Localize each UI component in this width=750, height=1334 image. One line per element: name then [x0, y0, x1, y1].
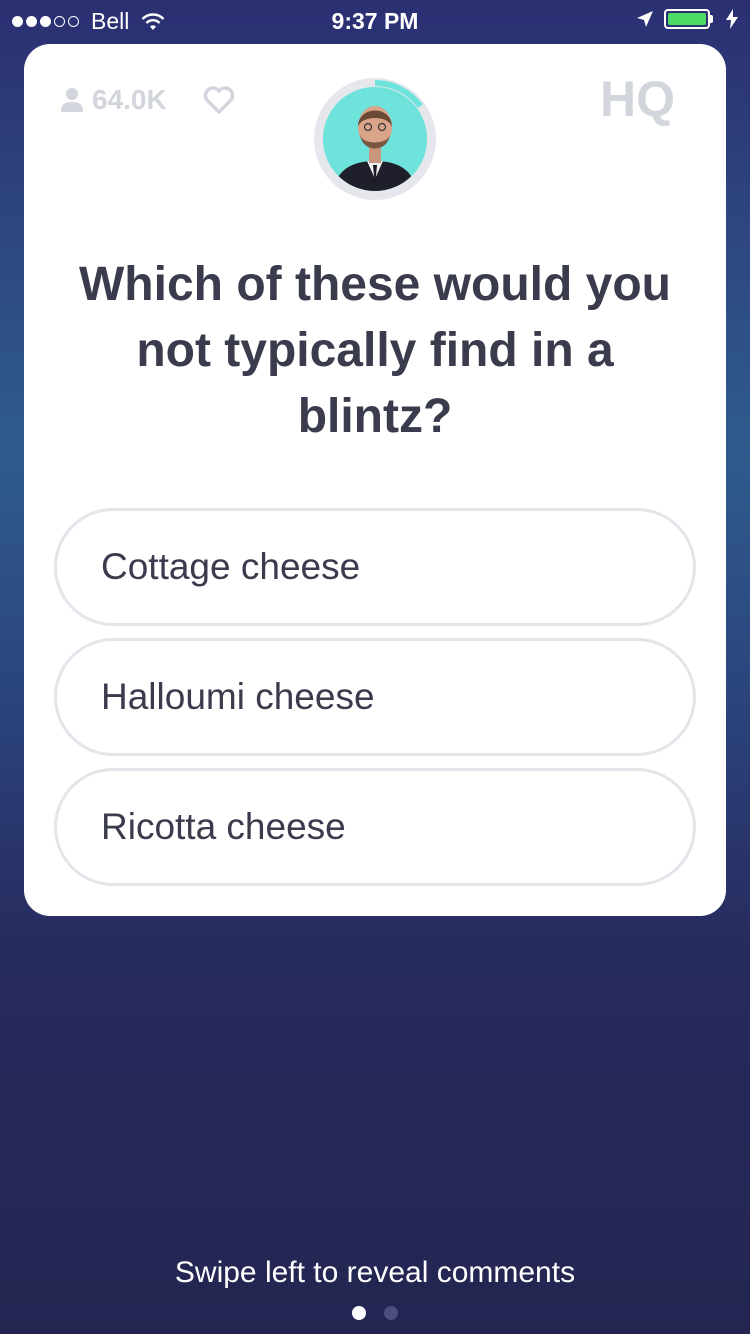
viewer-count-value: 64.0K: [92, 84, 167, 115]
answer-option-3[interactable]: Ricotta cheese: [54, 768, 696, 886]
battery-fill: [668, 13, 706, 25]
answer-label: Ricotta cheese: [101, 806, 346, 847]
person-icon: [61, 88, 83, 112]
page-dot-1[interactable]: [352, 1306, 366, 1320]
location-arrow-icon: [637, 11, 653, 27]
question-card: 64.0K HQ Which of these would you not ty…: [24, 44, 726, 916]
host-avatar-timer: [314, 78, 436, 200]
host-avatar: [323, 87, 427, 191]
charging-bolt-icon: [726, 9, 738, 29]
answer-label: Cottage cheese: [101, 546, 361, 587]
answer-label: Halloumi cheese: [101, 676, 375, 717]
heart-icon[interactable]: [203, 86, 235, 114]
status-bar: Bell 9:37 PM: [0, 0, 750, 40]
host-photo: [323, 87, 427, 191]
swipe-hint: Swipe left to reveal comments: [174, 1256, 576, 1289]
status-right: [636, 9, 738, 29]
hq-logo: HQ: [600, 72, 675, 127]
answer-option-1[interactable]: Cottage cheese: [54, 508, 696, 626]
page-indicator[interactable]: [0, 1306, 750, 1320]
answer-option-2[interactable]: Halloumi cheese: [54, 638, 696, 756]
svg-text:HQ: HQ: [600, 72, 675, 127]
viewer-count: 64.0K: [60, 84, 235, 116]
battery-icon: [664, 9, 716, 29]
page-dot-2[interactable]: [384, 1306, 398, 1320]
question-text: Which of these would you not typically f…: [79, 258, 671, 443]
